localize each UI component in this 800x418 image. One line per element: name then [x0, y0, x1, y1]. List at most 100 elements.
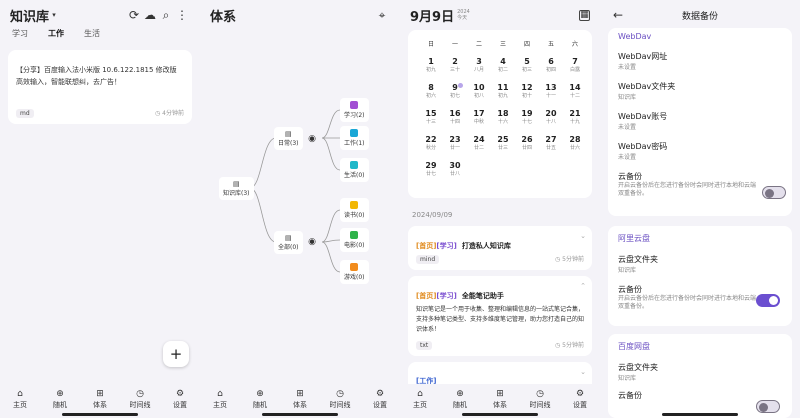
calendar-day[interactable]: 24 廿二	[468, 135, 490, 151]
knowledge-base-title[interactable]: 知识库	[10, 6, 49, 25]
tree-root-node[interactable]: ▤ 知识库(3)	[219, 177, 254, 200]
cloud-icon[interactable]: ☁	[142, 7, 158, 23]
calendar-day[interactable]: 17 中秋	[468, 109, 490, 125]
tab-study[interactable]: 学习	[12, 28, 28, 39]
calendar-day[interactable]: 7 白露	[564, 57, 586, 73]
timeline-date: 9月9日	[410, 9, 455, 25]
expand-icon[interactable]: ⌃	[580, 282, 586, 290]
calendar-day[interactable]: 23 廿一	[444, 135, 466, 151]
search-icon[interactable]: ⌕	[158, 7, 174, 23]
home-top-bar: 知识库 ▾ ⟳ ☁ ⌕ ⋮	[0, 0, 200, 30]
calendar-day[interactable]: 1 初九	[420, 57, 442, 73]
add-note-button[interactable]: +	[163, 341, 189, 367]
nav-item-gear[interactable]: ⚙ 设置	[162, 388, 198, 410]
back-arrow-icon[interactable]: ←	[610, 7, 626, 23]
nav-item-clock[interactable]: ◷ 时间线	[522, 388, 558, 410]
calendar-day[interactable]: 6 初四	[540, 57, 562, 73]
setting-row[interactable]: WebDav文件夹 知识库	[618, 81, 782, 101]
sync-icon[interactable]: ⟳	[126, 7, 142, 23]
day-number: 21	[569, 109, 581, 118]
calendar-day[interactable]: 19 十七	[516, 109, 538, 125]
expand-icon[interactable]: ⌄	[580, 368, 586, 376]
setting-row[interactable]: WebDav网址 未设置	[618, 51, 782, 71]
calendar-day[interactable]: 11 初九	[492, 83, 514, 99]
calendar-day[interactable]: 13 十一	[540, 83, 562, 99]
expand-icon[interactable]: ⌄	[580, 232, 586, 240]
tag-square-icon	[350, 263, 359, 271]
calendar-day[interactable]: 9 初七	[444, 83, 466, 99]
tree-leaf-life[interactable]: 生活(0)	[340, 158, 369, 182]
timeline-weekday: 今天	[457, 15, 468, 21]
calendar-day[interactable]: 5 初三	[516, 57, 538, 73]
nav-item-gear[interactable]: ⚙ 设置	[562, 388, 598, 410]
dropdown-icon[interactable]: ▾	[49, 7, 59, 23]
nav-item-tree[interactable]: ⊞ 体系	[482, 388, 518, 410]
tree-leaf-movie[interactable]: 电影(0)	[340, 228, 369, 252]
cloud-backup-toggle[interactable]	[756, 294, 780, 307]
tree-leaf-work[interactable]: 工作(1)	[340, 126, 369, 150]
calendar-day[interactable]: 21 十九	[564, 109, 586, 125]
setting-row[interactable]: 云备份 开启云备份后在您进行备份时会同时进行本地和云端双重备份。	[618, 284, 758, 311]
setting-row[interactable]: 云盘文件夹 知识库	[618, 362, 782, 382]
lunar-date: 十三	[425, 119, 436, 125]
nav-item-clock[interactable]: ◷ 时间线	[122, 388, 158, 410]
folder-icon: ▤	[232, 180, 240, 188]
nav-item-tree[interactable]: ⊞ 体系	[82, 388, 118, 410]
note-card[interactable]: [首页][学习] 打造私人知识库 ⌄ mind ◷ 5分钟前	[408, 226, 592, 270]
calendar-icon[interactable]: ▦	[579, 9, 590, 21]
calendar-day[interactable]: 29 廿七	[420, 161, 442, 177]
day-number: 8	[428, 83, 434, 92]
calendar-day[interactable]: 30 廿八	[444, 161, 466, 177]
tree-branch-all[interactable]: ▤ 全部(0)	[274, 231, 303, 254]
calendar-day[interactable]: 14 十二	[564, 83, 586, 99]
tree-leaf-life-box: 生活(0)	[340, 158, 369, 182]
setting-row[interactable]: 云盘文件夹 知识库	[618, 254, 782, 274]
calendar-day[interactable]: 10 初八	[468, 83, 490, 99]
nav-item-home[interactable]: ⌂ 主页	[202, 388, 238, 410]
eye-icon[interactable]: ◉	[304, 234, 320, 250]
calendar-day[interactable]: 3 八月	[468, 57, 490, 73]
calendar-day[interactable]: 18 十六	[492, 109, 514, 125]
cloud-backup-toggle[interactable]	[762, 186, 786, 199]
nav-item-shuffle[interactable]: ⊕ 随机	[442, 388, 478, 410]
tree-branch-daily[interactable]: ▤ 日常(3)	[274, 127, 303, 150]
lunar-date: 十八	[545, 119, 556, 125]
setting-row[interactable]: 云备份 开启云备份后在您进行备份时会同时进行本地和云端双重备份。	[618, 171, 758, 198]
note-card[interactable]: 【分享】百度输入法小米版 10.6.122.1815 修改版 高效输入，智能联想…	[8, 50, 192, 124]
calendar-day[interactable]: 25 廿三	[492, 135, 514, 151]
nav-item-tree[interactable]: ⊞ 体系	[282, 388, 318, 410]
setting-row[interactable]: WebDav账号 未设置	[618, 111, 782, 131]
calendar-day[interactable]: 16 十四	[444, 109, 466, 125]
note-card[interactable]: [首页][学习] 全能笔记助手 ⌃ 知识笔记是一个用于收集、整理和编辑信息的一站…	[408, 276, 592, 356]
nav-item-shuffle[interactable]: ⊕ 随机	[242, 388, 278, 410]
calendar-day[interactable]: 26 廿四	[516, 135, 538, 151]
day-number: 1	[428, 57, 434, 66]
tree-leaf-study[interactable]: 学习(2)	[340, 98, 369, 122]
calendar-day[interactable]: 20 十八	[540, 109, 562, 125]
more-icon[interactable]: ⋮	[174, 7, 190, 23]
lunar-date: 初四	[545, 67, 556, 73]
setting-row[interactable]: WebDav密码 未设置	[618, 141, 782, 161]
calendar-day[interactable]: 12 初十	[516, 83, 538, 99]
calendar-day[interactable]: 4 初二	[492, 57, 514, 73]
setting-row[interactable]: 云备份	[618, 390, 782, 401]
tab-life[interactable]: 生活	[84, 28, 100, 39]
calendar-day[interactable]: 27 廿五	[540, 135, 562, 151]
eye-icon[interactable]: ◉	[304, 131, 320, 147]
nav-item-home[interactable]: ⌂ 主页	[2, 388, 38, 410]
cloud-backup-toggle[interactable]	[756, 400, 780, 413]
calendar-day[interactable]: 22 秋分	[420, 135, 442, 151]
tree-leaf-game[interactable]: 游戏(0)	[340, 260, 369, 284]
tab-work[interactable]: 工作	[48, 28, 64, 39]
calendar-day[interactable]: 2 三十	[444, 57, 466, 73]
nav-item-gear[interactable]: ⚙ 设置	[362, 388, 398, 410]
nav-item-home[interactable]: ⌂ 主页	[402, 388, 438, 410]
calendar-day[interactable]: 15 十三	[420, 109, 442, 125]
day-number: 4	[500, 57, 506, 66]
tree-leaf-reading[interactable]: 读书(0)	[340, 198, 369, 222]
tree-leaf-study-box: 学习(2)	[340, 98, 369, 122]
nav-item-clock[interactable]: ◷ 时间线	[322, 388, 358, 410]
calendar-day[interactable]: 28 廿六	[564, 135, 586, 151]
calendar-day[interactable]: 8 初六	[420, 83, 442, 99]
nav-item-shuffle[interactable]: ⊕ 随机	[42, 388, 78, 410]
